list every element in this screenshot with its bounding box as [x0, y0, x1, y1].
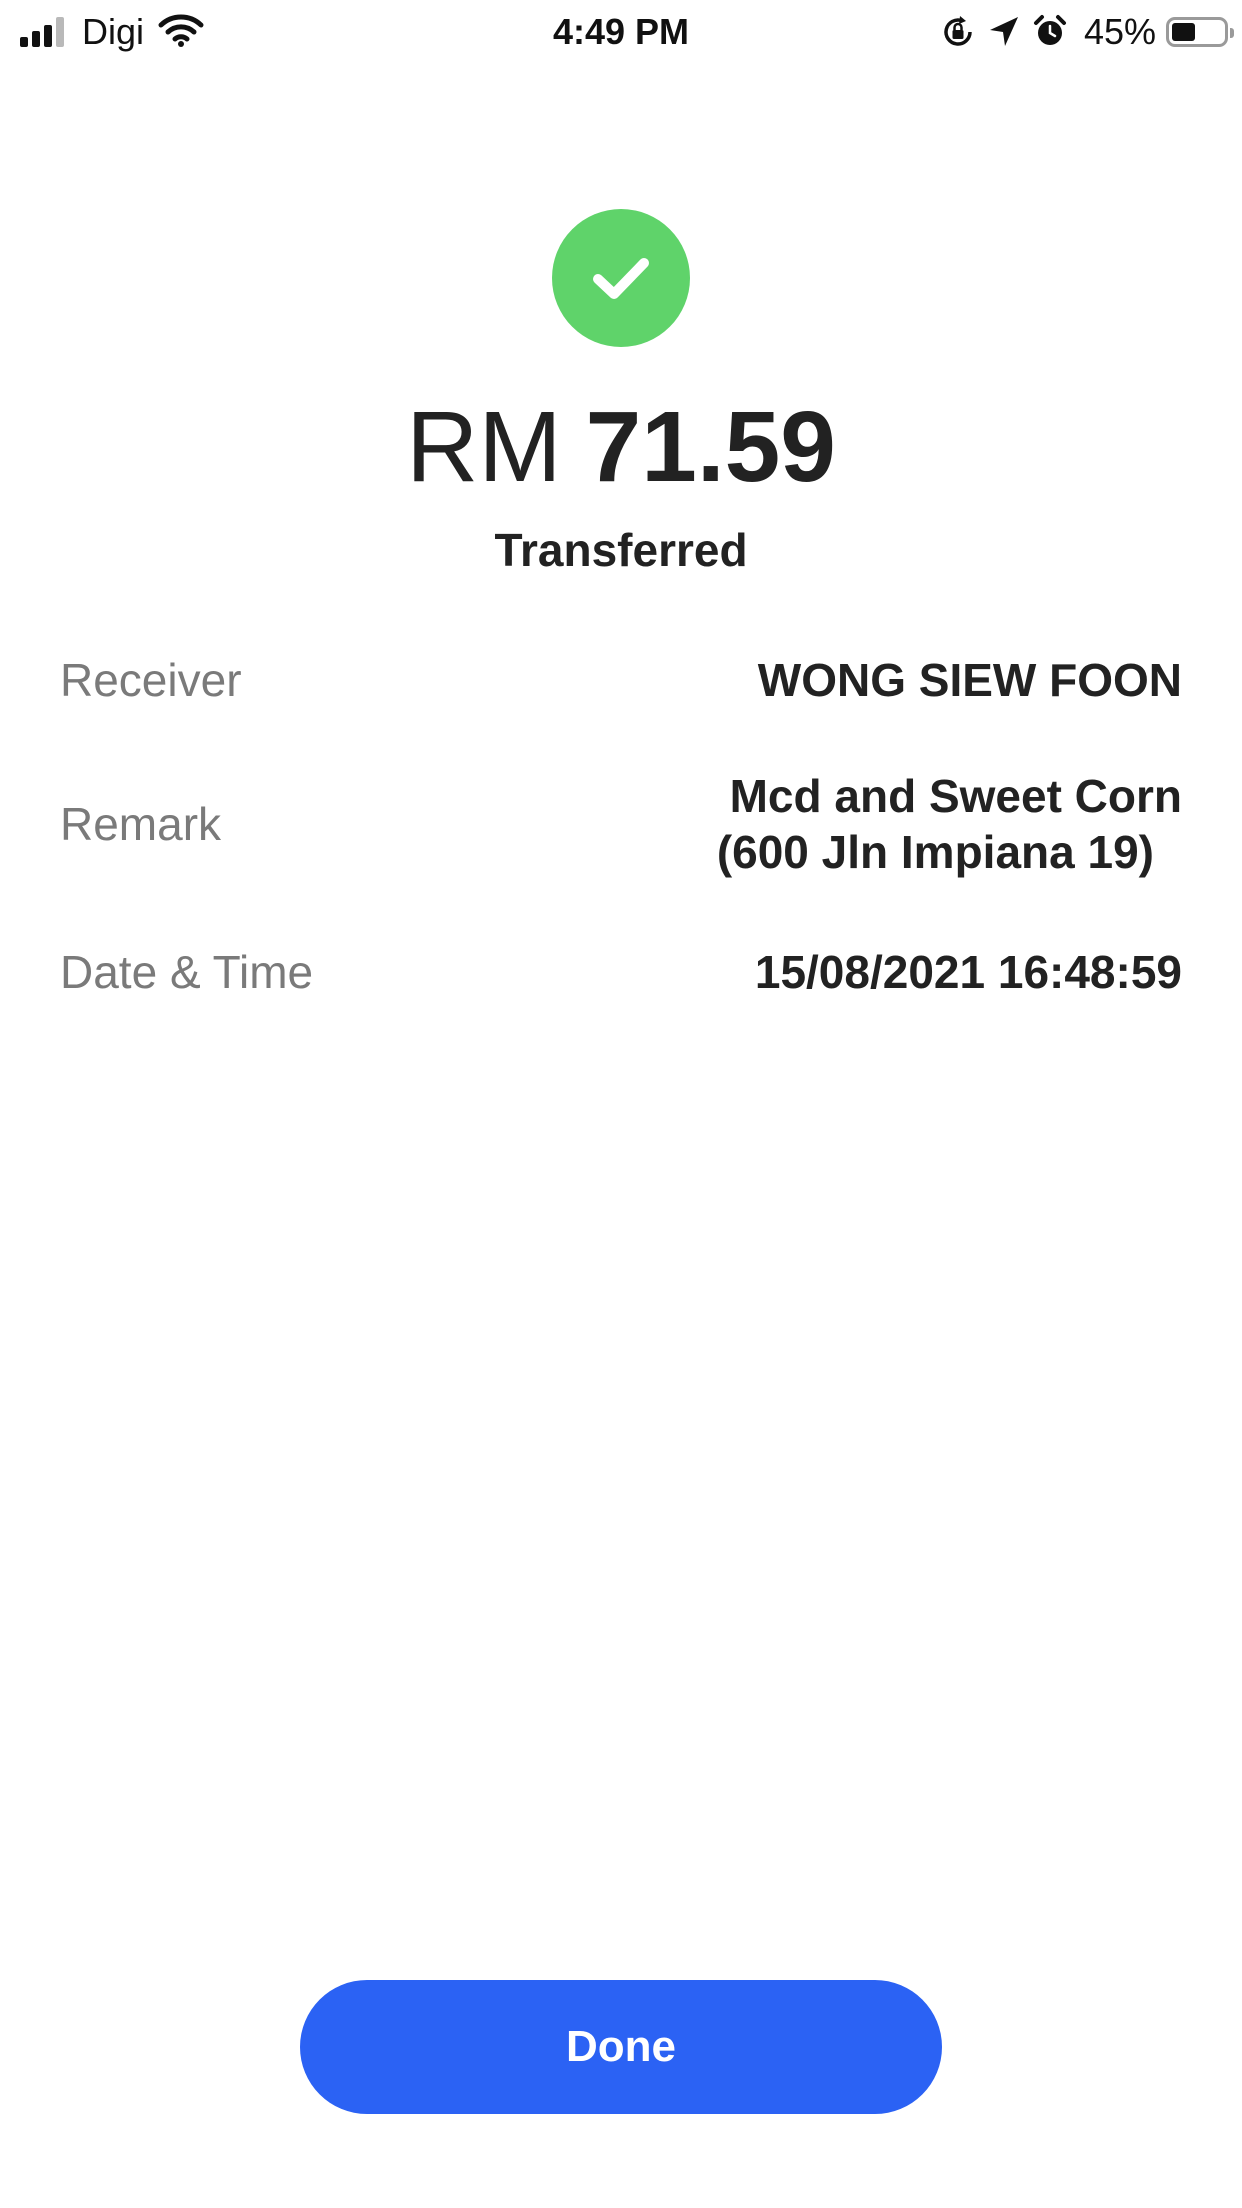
success-icon — [552, 209, 690, 347]
battery-icon — [1166, 17, 1234, 47]
checkmark-icon — [593, 258, 649, 299]
alarm-icon — [1032, 14, 1068, 50]
orientation-lock-icon — [940, 14, 976, 50]
battery-level-fill — [1172, 23, 1195, 41]
transfer-status: Transferred — [494, 524, 748, 576]
remark-value-line1: Mcd and Sweet Corn — [729, 770, 1182, 822]
receiver-value: WONG SIEW FOON — [757, 654, 1182, 706]
status-bar-right: 45% — [928, 10, 1234, 54]
currency-label: RM — [406, 391, 562, 503]
amount-value: 71.59 — [585, 391, 836, 503]
remark-label: Remark — [60, 798, 222, 850]
datetime-row: Date & Time 15/08/2021 16:48:59 — [60, 942, 1182, 1002]
location-arrow-icon — [988, 15, 1020, 49]
datetime-label: Date & Time — [60, 946, 314, 998]
receiver-row: Receiver WONG SIEW FOON — [60, 650, 1182, 710]
transfer-amount: RM 71.59 — [0, 392, 1242, 502]
battery-percent: 45% — [1083, 11, 1156, 52]
receiver-label: Receiver — [60, 654, 242, 706]
done-button[interactable]: Done — [300, 1980, 942, 2114]
remark-value: Mcd and Sweet Corn (600 Jln Impiana 19) — [717, 768, 1182, 880]
remark-value-line2: (600 Jln Impiana 19) — [716, 826, 1154, 878]
datetime-value: 15/08/2021 16:48:59 — [754, 946, 1182, 998]
remark-row: Remark Mcd and Sweet Corn (600 Jln Impia… — [60, 768, 1182, 888]
status-bar: Digi 4:49 PM 45% — [0, 0, 1242, 64]
